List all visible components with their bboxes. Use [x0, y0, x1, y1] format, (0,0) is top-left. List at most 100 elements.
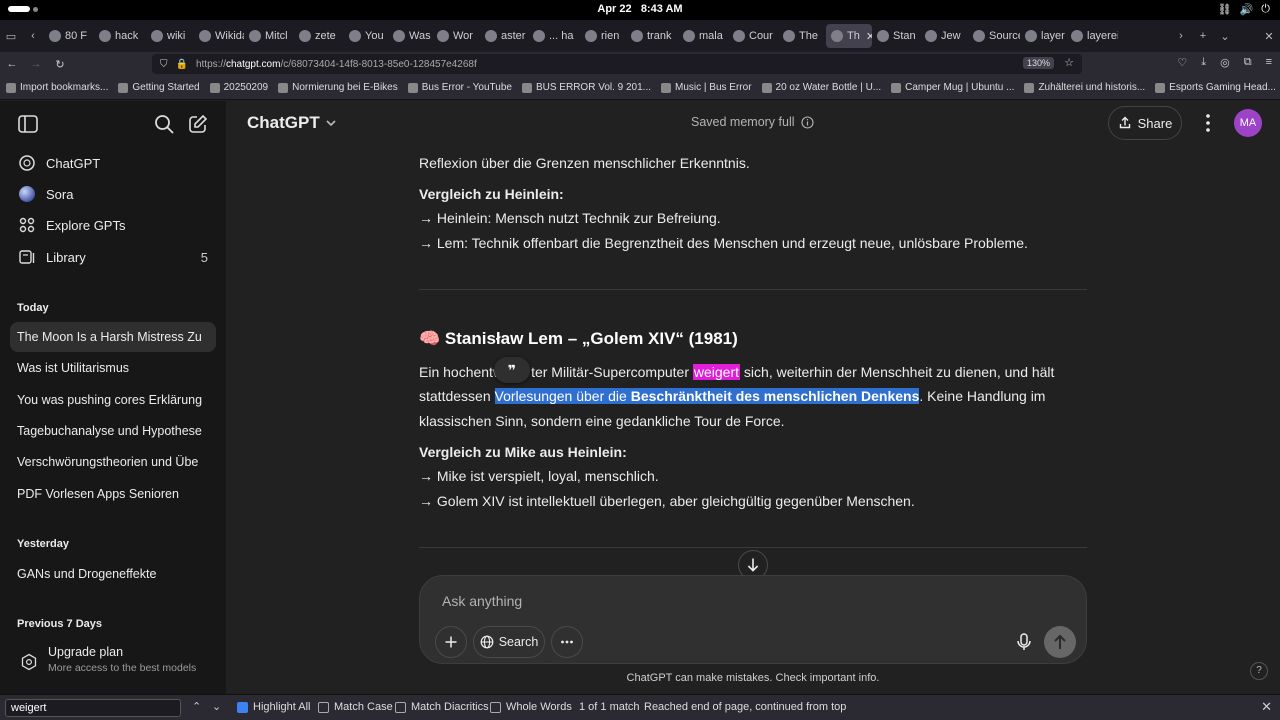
window-close-icon[interactable]: ✕ — [1258, 30, 1280, 43]
bookmark-item[interactable]: 20250209 — [209, 82, 268, 93]
menu-icon[interactable]: ≡ — [1266, 56, 1272, 69]
browser-tab[interactable]: Cour — [728, 24, 778, 48]
chat-item[interactable]: GANs und Drogeneffekte — [10, 559, 216, 589]
browser-tab[interactable]: Jew — [920, 24, 968, 48]
match-case-checkbox[interactable]: Match Case — [318, 701, 393, 713]
bookmark-item[interactable]: Camper Mug | Ubuntu ... — [891, 82, 1014, 93]
chat-item[interactable]: The Moon Is a Harsh Mistress Zu — [10, 322, 216, 352]
chat-item[interactable]: You was pushing cores Erklärung — [10, 385, 216, 415]
browser-tab[interactable]: You — [344, 24, 388, 48]
composer[interactable]: Ask anything Search — [419, 575, 1087, 664]
browser-tab[interactable]: Stan — [872, 24, 920, 48]
browser-tab[interactable]: rien — [580, 24, 626, 48]
new-tab-icon[interactable]: + — [1192, 30, 1214, 42]
bookmark-item[interactable]: Getting Started — [118, 82, 200, 93]
plus-icon — [445, 636, 457, 648]
chat-header: ChatGPT Saved memory full Share MA — [226, 101, 1280, 145]
highlight-all-checkbox[interactable]: Highlight All — [237, 701, 310, 713]
library-count: 5 — [200, 249, 208, 265]
system-tray[interactable]: ⛓ 🔊 ⏻ — [1218, 3, 1270, 16]
chat-item[interactable]: Tagebuchanalyse und Hypothese — [10, 416, 216, 446]
tab-favicon — [199, 30, 211, 42]
tab-list: 80 F hack wiki Wikidat Mitcl zete You Was Wor ast… — [44, 24, 1170, 48]
browser-tab[interactable]: Wikidat — [194, 24, 244, 48]
bookmark-item[interactable]: BUS ERROR Vol. 9 201... — [521, 82, 651, 93]
send-icon[interactable] — [1044, 626, 1076, 658]
browser-tab[interactable]: mala — [678, 24, 728, 48]
browser-tab[interactable]: layer — [1020, 24, 1066, 48]
browser-tab[interactable]: zete — [294, 24, 344, 48]
browser-tab[interactable]: ... ha — [528, 24, 580, 48]
whole-words-checkbox[interactable]: Whole Words — [490, 701, 572, 713]
find-input[interactable]: weigert — [5, 699, 181, 717]
zoom-level[interactable]: 130% — [1022, 57, 1054, 69]
browser-tab[interactable]: layereig — [1066, 24, 1118, 48]
browser-tab[interactable]: aster — [480, 24, 528, 48]
browser-tab[interactable]: 80 F — [44, 24, 94, 48]
find-previous-icon[interactable]: ⌃ — [192, 700, 201, 713]
pocket-icon[interactable]: ♡ — [1177, 56, 1187, 69]
attach-button[interactable] — [435, 626, 467, 658]
microphone-icon[interactable] — [1010, 628, 1038, 656]
new-chat-icon[interactable] — [187, 113, 209, 135]
chat-item[interactable]: Verschwörungstheorien und Übe — [10, 447, 216, 477]
chat-item[interactable]: Was ist Utilitarismus — [10, 353, 216, 383]
bookmark-item[interactable]: Music | Bus Error — [661, 82, 752, 93]
find-close-icon[interactable]: ✕ — [1261, 699, 1272, 715]
tab-overview-icon[interactable]: ▭ — [0, 30, 22, 43]
sidebar-item-chatgpt[interactable]: ChatGPT — [10, 148, 216, 178]
browser-tab[interactable]: Was — [388, 24, 432, 48]
quote-selection-button[interactable]: ❞ — [494, 357, 530, 383]
upgrade-icon — [21, 653, 37, 671]
tab-scroll-left-icon[interactable]: ‹ — [22, 30, 44, 42]
bookmark-star-icon[interactable]: ☆ — [1064, 56, 1074, 69]
clock[interactable]: Apr 22 8:43 AM — [0, 3, 1280, 15]
tools-button[interactable] — [551, 626, 583, 658]
search-button[interactable]: Search — [473, 626, 545, 658]
browser-tab[interactable]: Wor — [432, 24, 480, 48]
url-bar[interactable]: ⛉ 🔒 https://chatgpt.com/c/68073404-14f8-… — [152, 54, 1082, 74]
browser-tab[interactable]: hack — [94, 24, 146, 48]
bookmark-item[interactable]: Bus Error - YouTube — [407, 82, 512, 93]
reload-icon[interactable]: ↻ — [48, 58, 72, 71]
bookmark-item[interactable]: 20 oz Water Bottle | U... — [761, 82, 881, 93]
downloads-icon[interactable]: ⤓ — [1201, 56, 1206, 69]
tab-scroll-right-icon[interactable]: › — [1170, 30, 1192, 42]
chat-item[interactable]: PDF Vorlesen Apps Senioren — [10, 479, 216, 509]
bookmark-icon — [278, 82, 289, 93]
browser-tab[interactable]: Mitcl — [244, 24, 294, 48]
share-button[interactable]: Share — [1108, 106, 1182, 140]
more-options-icon[interactable] — [1198, 111, 1218, 135]
tab-list-dropdown-icon[interactable]: ⌄ — [1214, 30, 1236, 43]
help-icon[interactable]: ? — [1250, 662, 1268, 680]
match-diacritics-checkbox[interactable]: Match Diacritics — [395, 701, 489, 713]
bookmark-item[interactable]: Esports Gaming Head... — [1155, 82, 1276, 93]
upgrade-plan-button[interactable]: Upgrade plan More access to the best mod… — [10, 645, 216, 685]
prompt-input[interactable]: Ask anything — [442, 593, 522, 609]
forward-icon[interactable]: → — [24, 58, 48, 70]
back-icon[interactable]: ← — [0, 58, 24, 70]
sidebar-item-library[interactable]: Library 5 — [10, 242, 216, 272]
browser-tab[interactable]: The — [778, 24, 826, 48]
bookmark-item[interactable]: Import bookmarks... — [6, 82, 108, 93]
bookmark-icon — [118, 82, 129, 93]
memory-status[interactable]: Saved memory full — [691, 115, 814, 129]
find-next-icon[interactable]: ⌄ — [212, 700, 221, 713]
browser-tab[interactable]: Th ✕ — [826, 24, 872, 48]
wikipedia-icon — [925, 30, 937, 42]
account-icon[interactable]: ◎ — [1220, 56, 1230, 69]
bookmark-item[interactable]: Zuhälterei und historis... — [1024, 82, 1145, 93]
model-selector[interactable]: ChatGPT — [247, 113, 338, 133]
browser-tab[interactable]: trank — [626, 24, 678, 48]
tab-label: Jew — [941, 30, 961, 42]
browser-tab[interactable]: Source — [968, 24, 1020, 48]
extensions-icon[interactable]: ⧉ — [1244, 56, 1252, 69]
sidebar-item-explore-gpts[interactable]: Explore GPTs — [10, 210, 216, 240]
bookmark-label: Import bookmarks... — [20, 82, 109, 93]
browser-tab[interactable]: wiki — [146, 24, 194, 48]
bookmark-item[interactable]: Normierung bei E-Bikes — [278, 82, 398, 93]
avatar[interactable]: MA — [1234, 109, 1262, 137]
search-icon[interactable] — [153, 113, 175, 135]
sidebar-item-sora[interactable]: Sora — [10, 179, 216, 209]
sidebar-toggle-icon[interactable] — [17, 113, 39, 135]
